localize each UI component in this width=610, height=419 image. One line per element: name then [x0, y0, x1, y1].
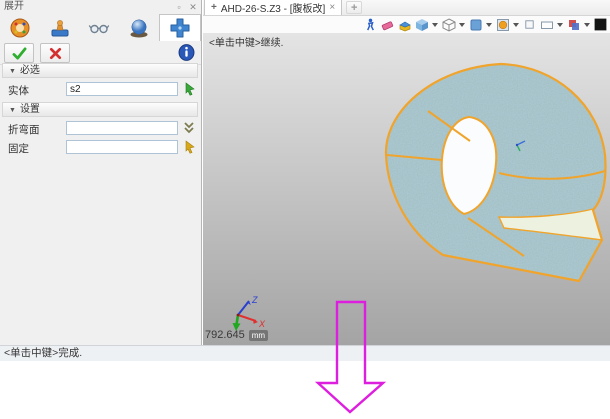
section-settings[interactable]: ▼ 设置 [2, 102, 198, 117]
tab-file-icon: + [211, 2, 217, 13]
display-square-icon[interactable] [468, 17, 483, 32]
person-icon[interactable] [363, 17, 378, 32]
yellow-pick-icon[interactable] [183, 140, 197, 154]
stamp-icon [49, 17, 71, 39]
dropdown-caret-icon[interactable] [557, 23, 563, 27]
dropdown-caret-icon[interactable] [584, 23, 590, 27]
sheet-metal-model[interactable] [371, 57, 610, 293]
confirm-row [0, 42, 201, 65]
document-tab[interactable]: + AHD-26-S.Z3 - [腹板改] × [204, 0, 342, 15]
palette-icon [9, 17, 31, 39]
z-axis-label: Z [251, 295, 258, 305]
cancel-x-icon [49, 47, 62, 60]
dropdown-caret-icon[interactable] [459, 23, 465, 27]
info-button[interactable] [178, 44, 195, 64]
bend-face-label: 折弯面 [8, 122, 40, 137]
section-settings-label: 设置 [20, 104, 40, 115]
box-icon[interactable] [397, 17, 412, 32]
x-axis-label: X [258, 319, 266, 329]
tab-close-icon[interactable]: × [329, 2, 335, 13]
status-bar: <单击中键>完成. [0, 345, 610, 361]
entity-row: 实体 [2, 81, 198, 98]
double-chevron-down-icon[interactable] [183, 121, 197, 135]
black-square-icon[interactable] [593, 17, 608, 32]
info-icon [178, 44, 195, 61]
viewport-toolstrip [203, 16, 610, 33]
viewport-prompt: <单击中键>继续. [209, 34, 283, 49]
entity-label: 实体 [8, 83, 29, 98]
document-tabbar: + AHD-26-S.Z3 - [腹板改] × + [203, 0, 610, 16]
coordinate-triad: Z X [223, 293, 269, 331]
sphere-tool-button[interactable] [119, 14, 159, 41]
new-tab-button[interactable]: + [346, 1, 362, 14]
graphics-viewport[interactable]: + AHD-26-S.Z3 - [腹板改] × + [203, 0, 610, 345]
entity-input[interactable] [66, 82, 178, 96]
dock-icon[interactable]: ▫ [174, 2, 184, 12]
unfold-tool-button[interactable] [159, 14, 201, 41]
scale-readout: 792.645 mm [205, 329, 268, 341]
dropdown-caret-icon[interactable] [513, 23, 519, 27]
panel-header: 展开 ▫ ✕ [0, 0, 201, 14]
wireframe-cube-icon[interactable] [441, 17, 456, 32]
ok-button[interactable] [4, 43, 34, 63]
fixed-label: 固定 [8, 141, 29, 156]
green-pick-icon[interactable] [183, 82, 197, 96]
annotation-down-arrow [314, 299, 390, 417]
rectangle-icon[interactable] [539, 17, 554, 32]
sphere-square-icon[interactable] [495, 17, 510, 32]
dropdown-caret-icon[interactable] [432, 23, 438, 27]
bend-face-input[interactable] [66, 121, 178, 135]
tab-title: AHD-26-S.Z3 - [腹板改] [221, 0, 325, 15]
cross-icon [169, 17, 191, 39]
stamp-tool-button[interactable] [40, 14, 80, 41]
eraser-icon[interactable] [380, 17, 395, 32]
unfold-command-panel: 展开 ▫ ✕ [0, 0, 202, 345]
bend-face-row: 折弯面 [2, 120, 198, 137]
glasses-tool-button[interactable] [80, 14, 120, 41]
section-required[interactable]: ▼ 必选 [2, 63, 198, 78]
overlap-squares-icon[interactable] [566, 17, 581, 32]
section-required-label: 必选 [20, 65, 40, 76]
sphere-icon [128, 17, 150, 39]
scale-unit-badge: mm [249, 330, 268, 341]
bottom-whitespace [0, 361, 610, 419]
status-message: <单击中键>完成. [4, 347, 82, 359]
fixed-row: 固定 [2, 139, 198, 156]
small-square-icon[interactable] [522, 17, 537, 32]
cancel-button[interactable] [40, 43, 70, 63]
panel-title: 展开 [4, 1, 24, 12]
close-icon[interactable]: ✕ [188, 2, 198, 12]
dropdown-caret-icon[interactable] [486, 23, 492, 27]
glasses-icon [88, 17, 110, 39]
scale-value: 792.645 [205, 329, 245, 341]
collapse-arrow-icon: ▼ [9, 107, 16, 114]
palette-tool-button[interactable] [0, 14, 40, 41]
fixed-input[interactable] [66, 140, 178, 154]
collapse-arrow-icon: ▼ [9, 68, 16, 75]
ok-check-icon [12, 47, 27, 60]
cube-icon[interactable] [414, 17, 429, 32]
panel-toolbar [0, 14, 201, 41]
